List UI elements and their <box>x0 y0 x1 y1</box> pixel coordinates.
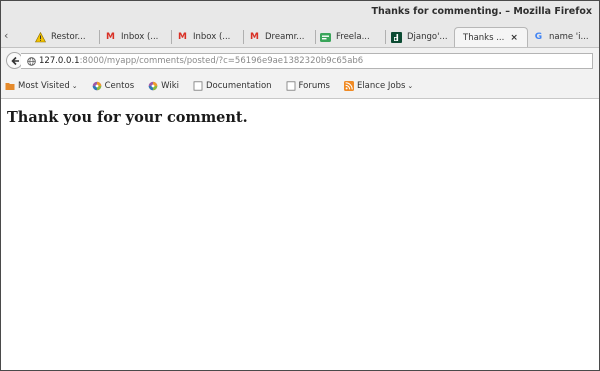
tab-separator <box>99 30 100 44</box>
globe-icon <box>27 56 36 66</box>
title-bar: Thanks for commenting. – Mozilla Firefox <box>1 1 599 25</box>
tab-scroll-left-icon[interactable]: ‹ <box>4 29 16 43</box>
tab-bar: ‹ Restor... M Inbox (... M Inbox (... M … <box>1 25 599 48</box>
tab-separator <box>385 30 386 44</box>
folder-icon <box>5 81 15 91</box>
page-content: Thank you for your comment. <box>1 99 599 370</box>
bookmark-label: Elance Jobs <box>356 81 406 91</box>
window-title: Thanks for commenting. – Mozilla Firefox <box>371 6 592 17</box>
bookmark-wiki[interactable]: Wiki <box>148 81 179 91</box>
tab-separator <box>171 30 172 44</box>
tab-separator <box>315 30 316 44</box>
freelancer-icon <box>320 32 331 43</box>
chevron-down-icon: ⌄ <box>71 82 78 90</box>
tab-thanks-active[interactable]: Thanks ... × <box>454 27 528 47</box>
centos-icon <box>92 81 102 91</box>
centos-icon <box>148 81 158 91</box>
bookmark-label: Wiki <box>161 81 180 91</box>
url-path: :8000/myapp/comments/posted/?c=56196e9ae… <box>79 56 364 66</box>
bookmark-label: Forums <box>298 81 330 91</box>
page-icon <box>286 81 296 91</box>
tab-label: Dreamr... <box>265 32 305 42</box>
gmail-icon: M <box>250 32 259 42</box>
tab-label: Inbox (... <box>193 32 231 42</box>
tab-label: Inbox (... <box>121 32 159 42</box>
close-tab-icon[interactable]: × <box>510 33 518 43</box>
bookmarks-toolbar: Most Visited ⌄ Centos Wiki Documentation <box>1 74 599 99</box>
tab-restore[interactable]: Restor... <box>35 28 95 46</box>
bookmark-forums[interactable]: Forums <box>286 81 330 91</box>
tab-label: Django'... <box>407 32 448 42</box>
bookmark-centos[interactable]: Centos <box>92 81 135 91</box>
django-icon <box>391 31 402 43</box>
url-bar[interactable]: 127.0.0.1:8000/myapp/comments/posted/?c=… <box>21 53 593 69</box>
tab-google-search[interactable]: G name 'i... <box>533 28 597 46</box>
tab-separator <box>243 30 244 44</box>
bookmark-documentation[interactable]: Documentation <box>193 81 272 91</box>
tab-freelancer[interactable]: Freela... <box>320 28 382 46</box>
tab-dreamr[interactable]: M Dreamr... <box>249 28 313 46</box>
bookmark-label: Centos <box>104 81 135 91</box>
tab-label: Thanks ... <box>463 32 505 43</box>
url-host: 127.0.0.1 <box>39 56 80 66</box>
tab-label: Restor... <box>51 32 86 42</box>
bookmark-elance-jobs[interactable]: Elance Jobs ⌄ <box>343 81 414 91</box>
bookmark-label: Documentation <box>206 81 272 91</box>
chevron-down-icon: ⌄ <box>407 82 414 90</box>
gmail-icon: M <box>178 32 187 42</box>
bookmark-label: Most Visited <box>18 81 70 91</box>
page-icon <box>193 81 203 91</box>
back-arrow-icon <box>10 56 19 65</box>
tab-label: name 'i... <box>549 32 589 42</box>
tab-label: Freela... <box>336 32 370 42</box>
tab-inbox-1[interactable]: M Inbox (... <box>105 28 167 46</box>
gmail-icon: M <box>106 32 115 42</box>
warning-icon <box>35 31 46 43</box>
tab-django[interactable]: Django'... <box>391 28 451 46</box>
rss-icon <box>343 81 354 91</box>
tab-inbox-2[interactable]: M Inbox (... <box>177 28 239 46</box>
google-icon: G <box>534 32 543 42</box>
browser-window: Thanks for commenting. – Mozilla Firefox… <box>0 0 600 371</box>
navigation-bar: 127.0.0.1:8000/myapp/comments/posted/?c=… <box>1 48 599 74</box>
bookmark-most-visited[interactable]: Most Visited ⌄ <box>5 81 78 91</box>
page-heading: Thank you for your comment. <box>7 109 248 126</box>
